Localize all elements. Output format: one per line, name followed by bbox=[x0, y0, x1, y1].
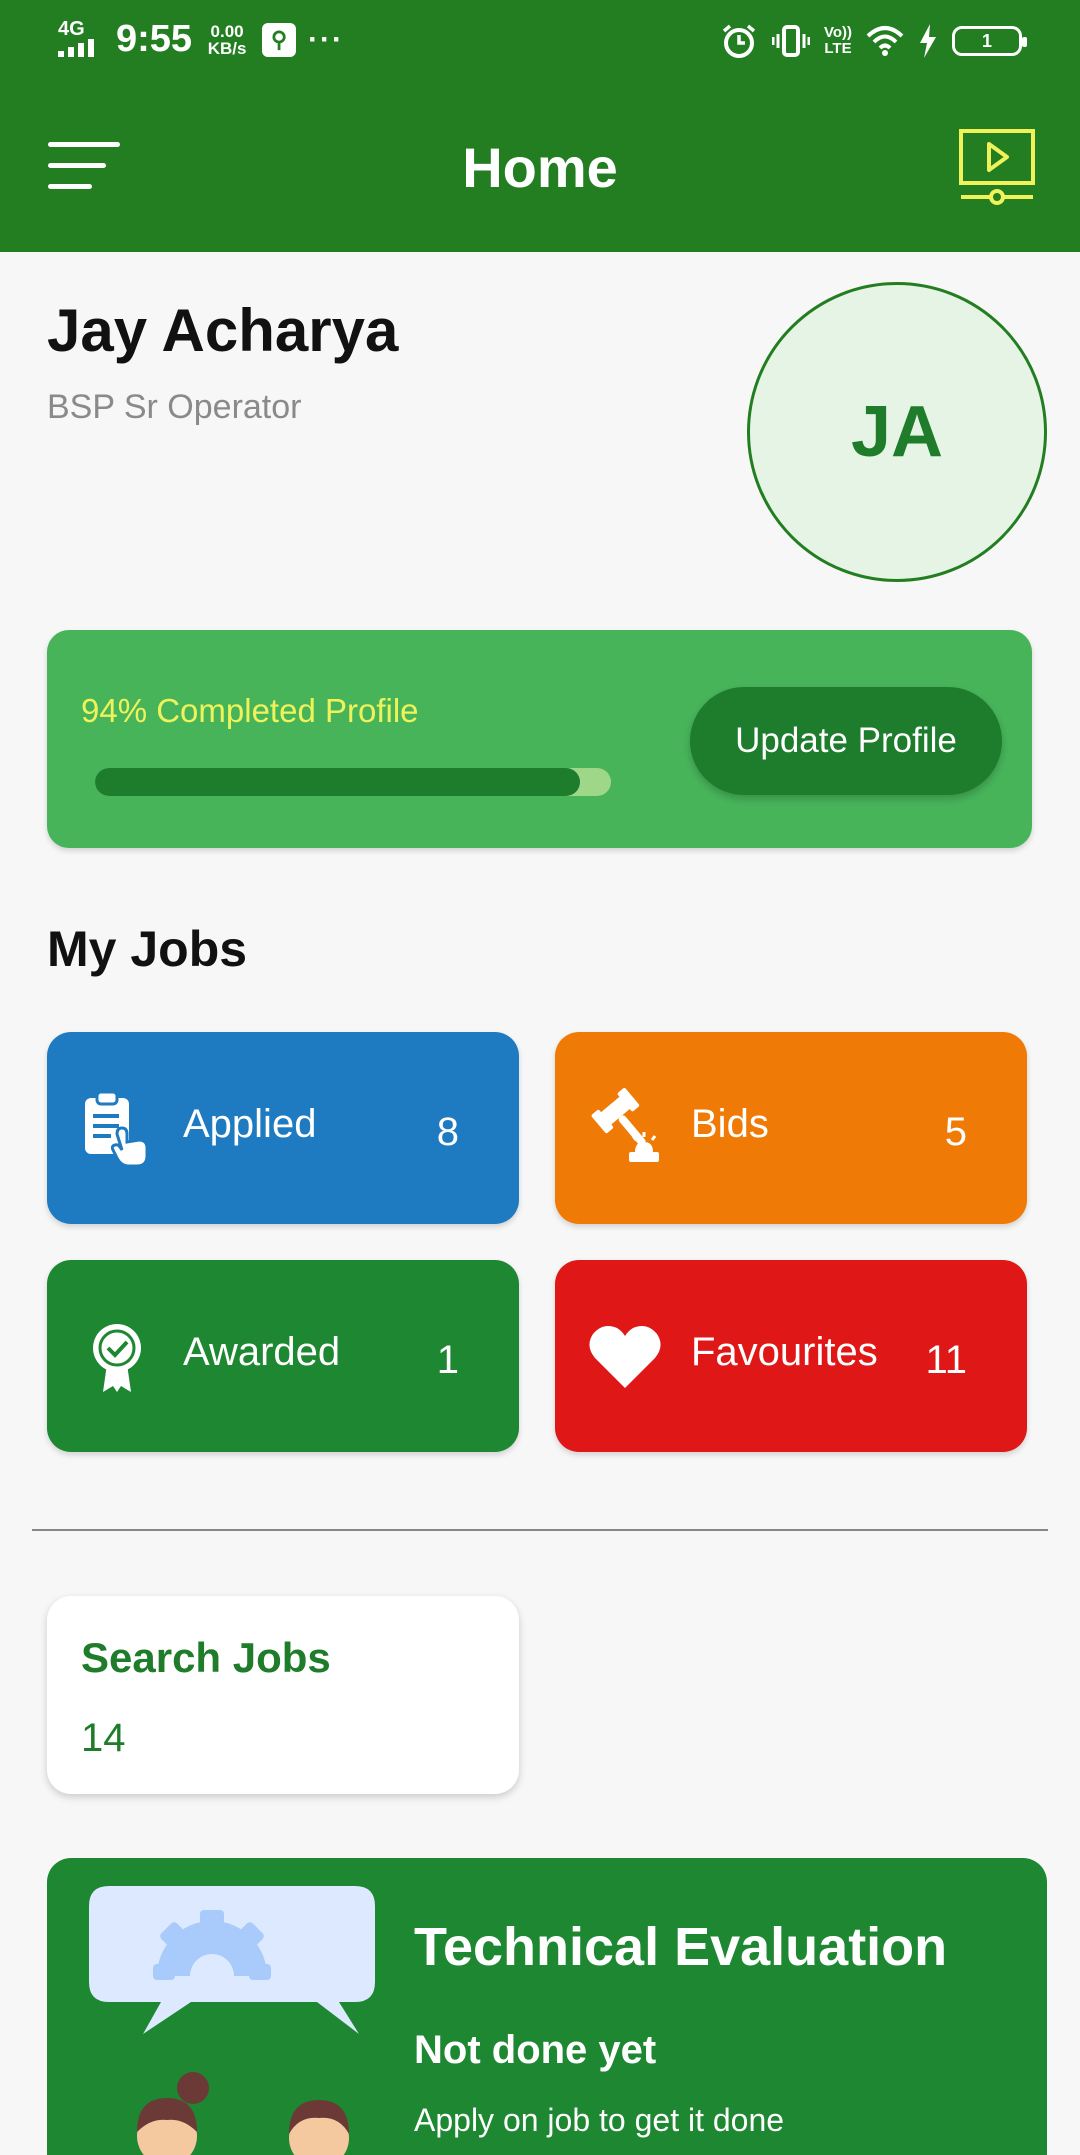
volte-indicator: Vo)) LTE bbox=[823, 24, 852, 57]
section-divider bbox=[32, 1529, 1048, 1531]
more-notifications-icon: ··· bbox=[308, 22, 345, 56]
applied-jobs-tile[interactable]: Applied 8 bbox=[47, 1032, 519, 1224]
technical-evaluation-title: Technical Evaluation bbox=[414, 1917, 948, 1977]
heart-icon bbox=[589, 1326, 661, 1388]
awarded-label: Awarded bbox=[183, 1330, 341, 1374]
technical-evaluation-status: Not done yet bbox=[414, 2028, 657, 2072]
update-profile-button[interactable]: Update Profile bbox=[690, 687, 1002, 795]
video-tutorial-icon[interactable] bbox=[958, 128, 1036, 206]
clipboard-hand-icon bbox=[85, 1090, 149, 1168]
awarded-count: 1 bbox=[436, 1338, 459, 1382]
battery-icon: 1 bbox=[952, 26, 1027, 56]
applied-label: Applied bbox=[183, 1102, 317, 1146]
charging-icon bbox=[920, 24, 936, 58]
bids-label: Bids bbox=[691, 1102, 769, 1146]
wifi-icon bbox=[866, 26, 904, 56]
user-name: Jay Acharya bbox=[47, 297, 399, 364]
search-jobs-count: 14 bbox=[81, 1716, 126, 1760]
profile-completion-card: 94% Completed Profile Update Profile bbox=[47, 630, 1032, 848]
favourites-label: Favourites bbox=[691, 1330, 878, 1374]
alarm-icon bbox=[722, 24, 756, 58]
profile-completion-label: 94% Completed Profile bbox=[81, 692, 419, 729]
top-bar: 4G 9:55 0.00 KB/s ⚲ ··· Vo)) LTE 1 Home bbox=[0, 0, 1080, 252]
bids-tile[interactable]: Bids 5 bbox=[555, 1032, 1027, 1224]
network-indicator: 4G bbox=[58, 19, 104, 61]
profile-progress-fill bbox=[95, 768, 581, 796]
evaluation-illustration bbox=[89, 1886, 375, 2155]
vibrate-icon bbox=[771, 25, 810, 57]
award-badge-icon bbox=[93, 1324, 141, 1392]
page-title: Home bbox=[462, 136, 618, 199]
awarded-tile[interactable]: Awarded 1 bbox=[47, 1260, 519, 1452]
user-role: BSP Sr Operator bbox=[47, 388, 302, 426]
profile-progress-bar bbox=[95, 768, 611, 796]
technical-evaluation-card[interactable]: Technical Evaluation Not done yet Apply … bbox=[47, 1858, 1047, 2155]
search-jobs-title: Search Jobs bbox=[81, 1634, 331, 1681]
status-time: 9:55 bbox=[116, 18, 193, 60]
search-jobs-card[interactable]: Search Jobs 14 bbox=[47, 1596, 519, 1794]
applied-count: 8 bbox=[436, 1110, 459, 1154]
favourites-tile[interactable]: Favourites 11 bbox=[555, 1260, 1027, 1452]
favourites-count: 11 bbox=[925, 1338, 967, 1382]
usb-icon: ⚲ bbox=[262, 22, 297, 57]
status-bar: 4G 9:55 0.00 KB/s ⚲ ··· Vo)) LTE 1 bbox=[0, 0, 1080, 90]
bids-count: 5 bbox=[944, 1110, 967, 1154]
signal-icon bbox=[58, 38, 94, 57]
technical-evaluation-description: Apply on job to get it done bbox=[414, 2102, 785, 2138]
network-speed: 0.00 KB/s bbox=[207, 21, 247, 58]
my-jobs-title: My Jobs bbox=[47, 921, 248, 977]
avatar[interactable]: JA bbox=[747, 282, 1047, 582]
gavel-icon bbox=[591, 1088, 659, 1162]
